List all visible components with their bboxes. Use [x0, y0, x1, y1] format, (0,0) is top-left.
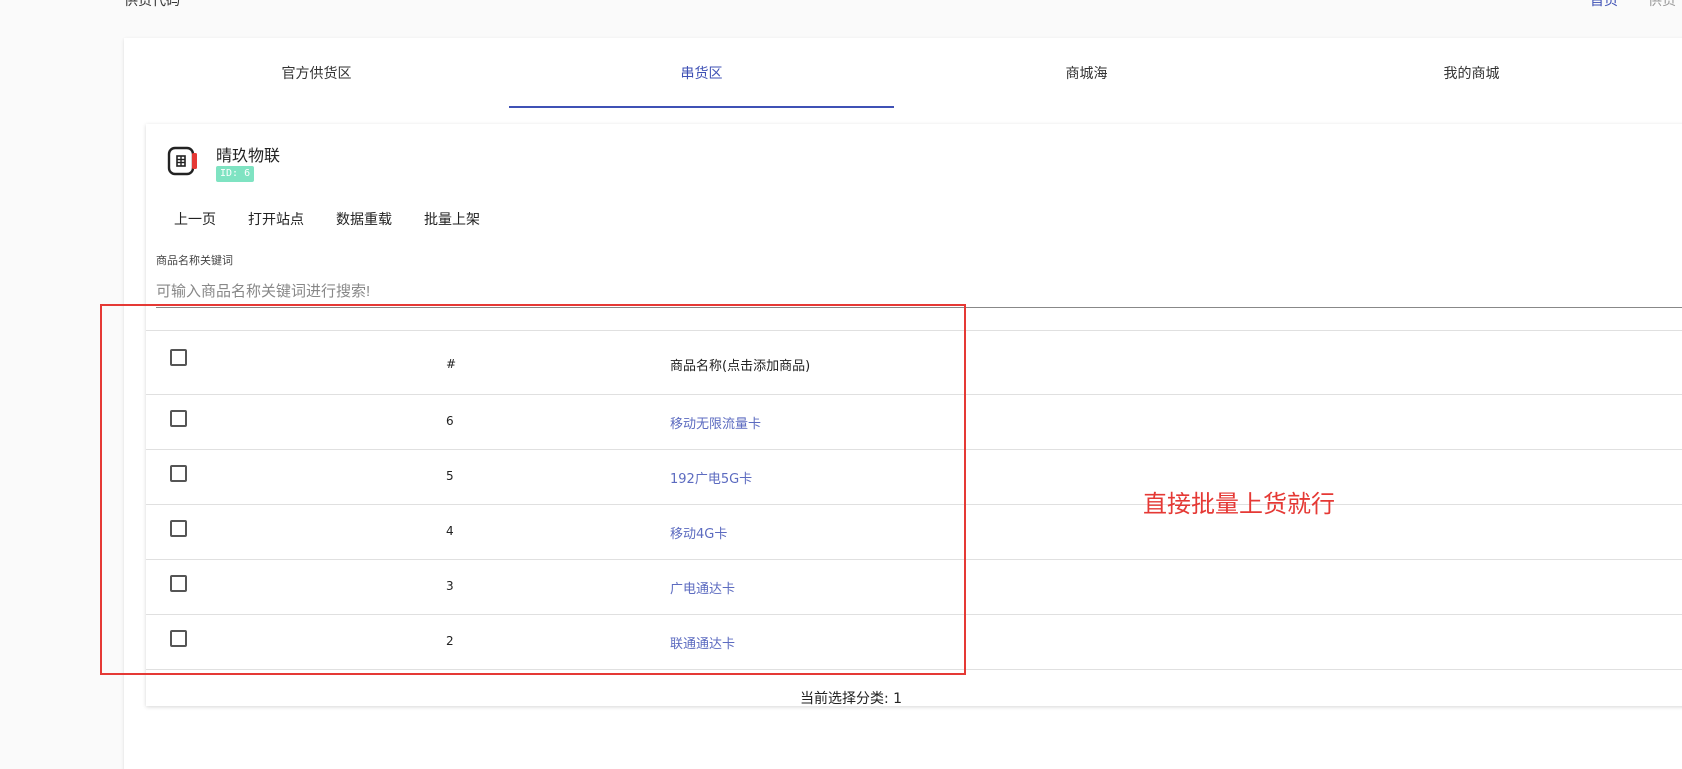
sim-card-icon — [167, 146, 197, 176]
page-header-title: 供货代码 — [124, 0, 180, 9]
tab-my-mall[interactable]: 我的商城 — [1279, 38, 1664, 108]
search-label: 商品名称关键词 — [156, 254, 233, 267]
tab-mall-sea[interactable]: 商城海 — [894, 38, 1279, 108]
site-id-badge: ID: 6 — [216, 166, 255, 182]
status-text: 当前选择分类: 1 — [800, 691, 903, 707]
annotation-text: 直接批量上货就行 — [1143, 490, 1335, 518]
reload-data-button[interactable]: 数据重载 — [320, 202, 408, 236]
header-link-home[interactable]: 首页 — [1590, 0, 1618, 10]
prev-page-button[interactable]: 上一页 — [158, 202, 232, 236]
annotation-highlight-box — [100, 304, 966, 675]
toolbar: 上一页 打开站点 数据重载 批量上架 — [158, 202, 496, 236]
site-name: 晴玖物联 — [216, 146, 281, 165]
tab-official-supply[interactable]: 官方供货区 — [124, 38, 509, 108]
top-strip: 供货代码 首页 供货 — [0, 0, 1682, 9]
page: 供货代码 首页 供货 官方供货区 串货区 商城海 我的商城 晴玖物联 ID: 6… — [0, 0, 1682, 769]
header-link-supply[interactable]: 供货 — [1648, 0, 1676, 10]
batch-list-button[interactable]: 批量上架 — [408, 202, 496, 236]
tab-cross-supply[interactable]: 串货区 — [509, 38, 894, 108]
tab-bar: 官方供货区 串货区 商城海 我的商城 — [124, 38, 1682, 108]
open-site-button[interactable]: 打开站点 — [232, 202, 320, 236]
